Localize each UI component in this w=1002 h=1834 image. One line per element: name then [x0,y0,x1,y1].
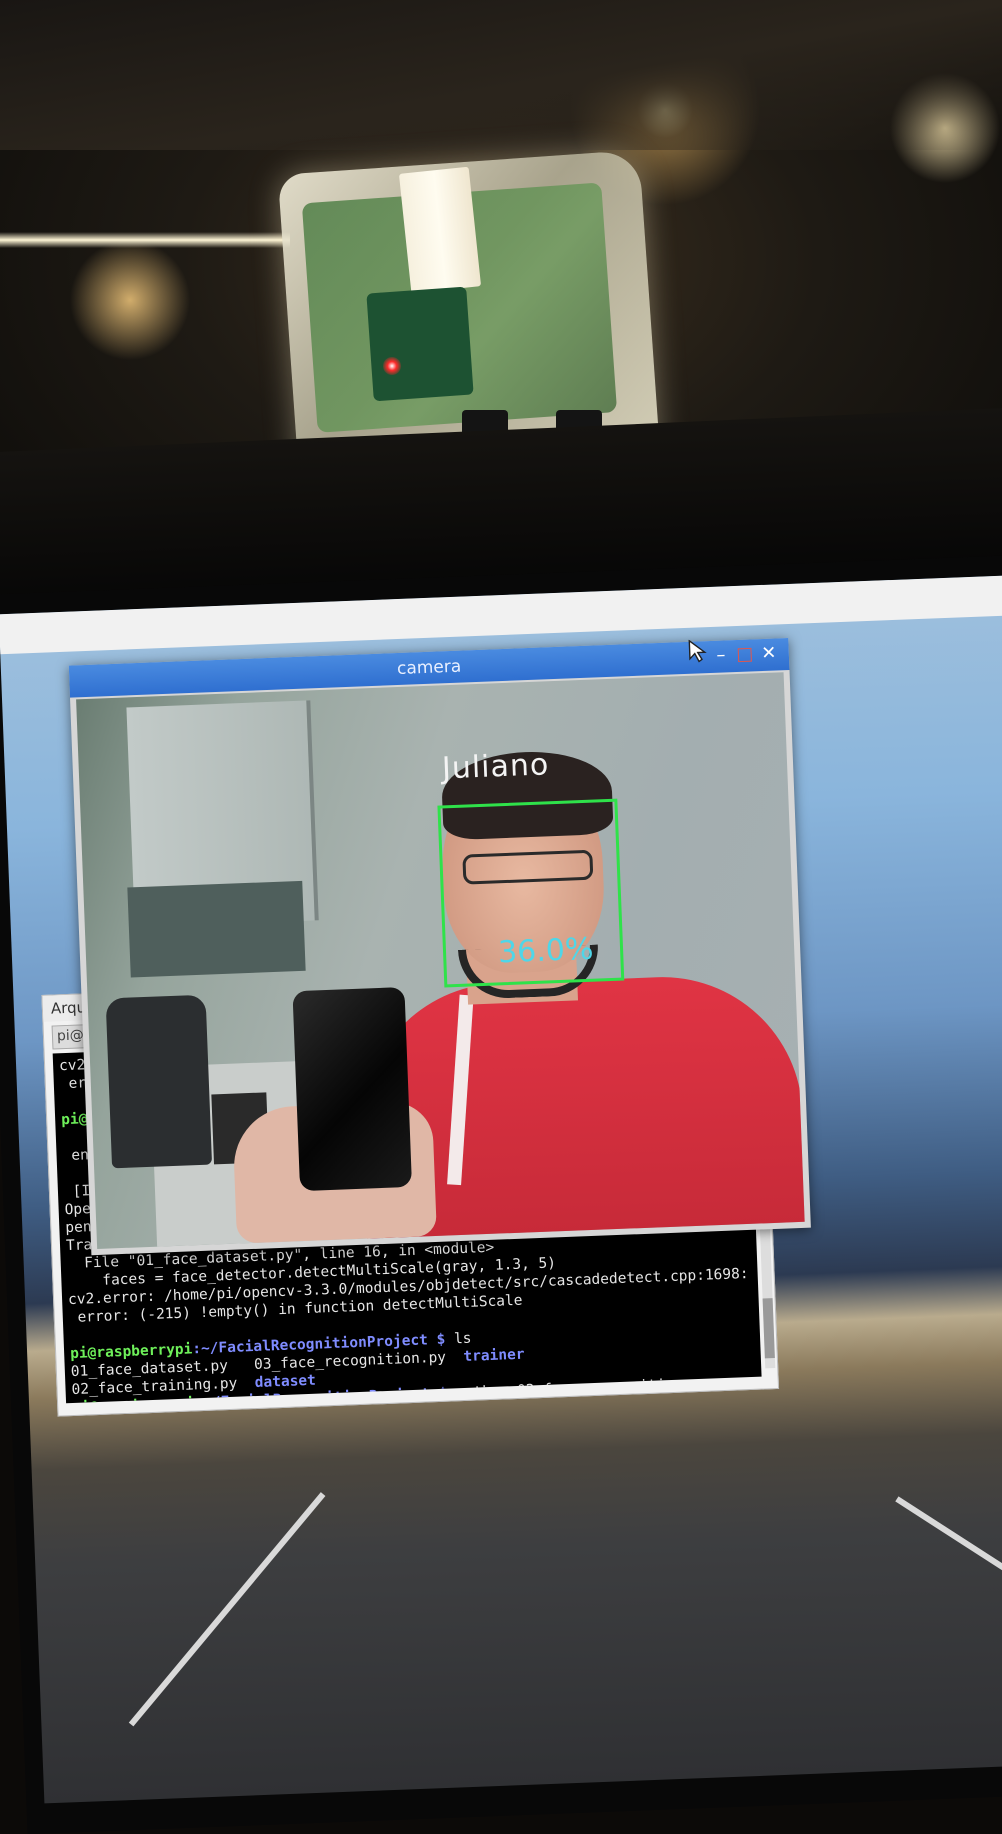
pi-camera-module [366,286,474,402]
room-background [0,0,1002,600]
close-icon[interactable]: ✕ [756,641,781,666]
smartphone [292,986,413,1192]
road-marking [128,1492,326,1727]
road-marking [895,1496,1002,1643]
camera-led-icon [383,357,401,375]
office-chair [105,994,213,1169]
office-window [127,880,306,978]
camera-video-frame: Juliano 36.0% [76,672,805,1249]
ceiling [0,0,1002,150]
monitor: Arquivo pi@raspb cv2.error error: ( pi@r… [0,554,1002,1834]
camera-window[interactable]: camera – □ ✕ Juliano 36.0% [68,638,811,1256]
face-recognition-name: Juliano [441,747,550,787]
terminal-text: ls [445,1330,472,1348]
face-recognition-confidence: 36.0% [497,931,595,971]
camera-ribbon-cable [398,166,482,294]
ceiling-light-strip [0,232,290,248]
desktop-screen: Arquivo pi@raspb cv2.error error: ( pi@r… [0,574,1002,1804]
terminal-scrollbar-thumb[interactable] [762,1298,775,1359]
minimize-icon[interactable]: – [708,643,733,668]
directory-entry: dataset [254,1372,317,1392]
directory-entry: trainer [463,1346,525,1365]
maximize-icon[interactable]: □ [732,642,757,667]
mouse-pointer-icon [688,639,707,663]
